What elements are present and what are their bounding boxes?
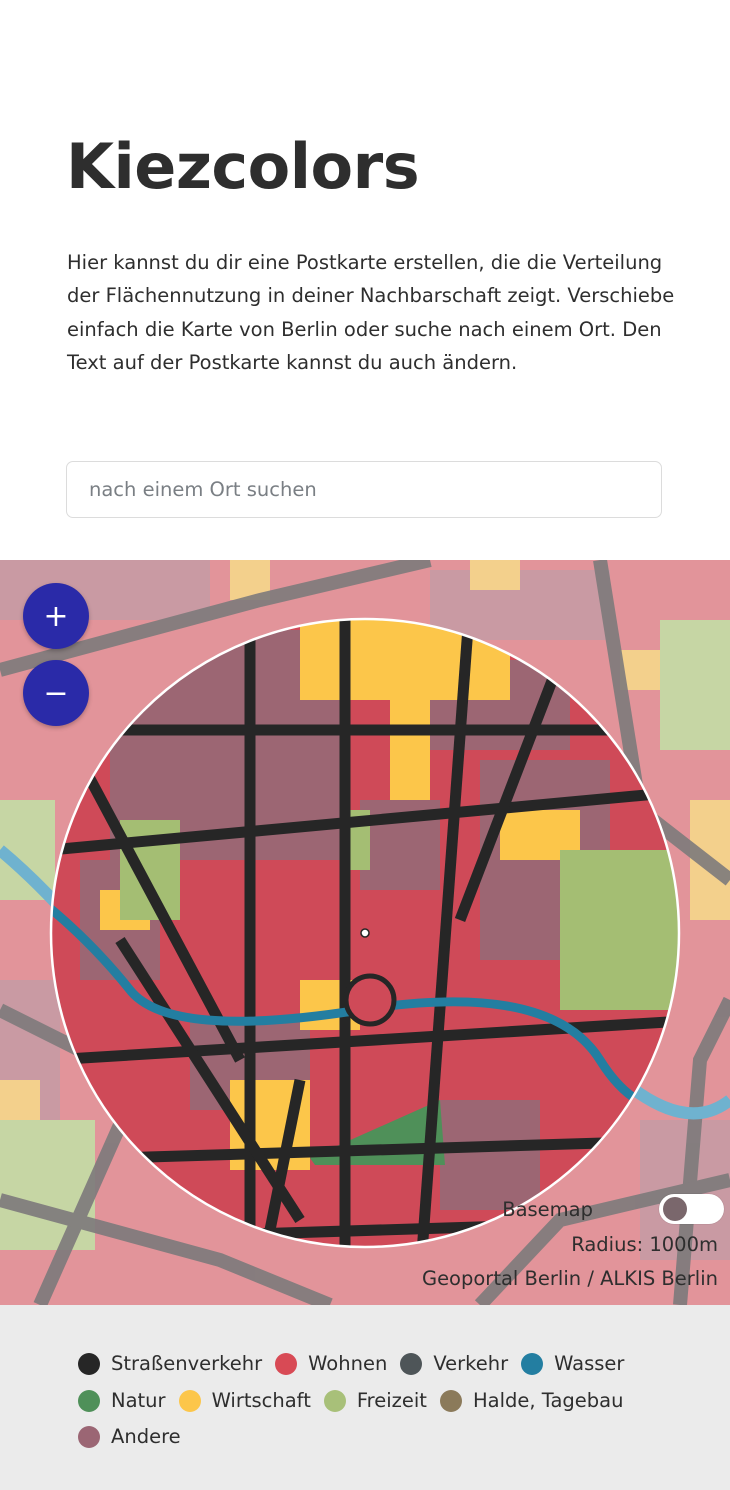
legend-item: Natur: [78, 1389, 166, 1412]
legend-item: Halde, Tagebau: [439, 1389, 624, 1412]
zoom-out-button[interactable]: −: [23, 660, 89, 726]
search-input[interactable]: [66, 461, 662, 518]
basemap-label: Basemap: [502, 1197, 593, 1221]
legend-swatch: [178, 1389, 201, 1412]
legend-label: Wasser: [554, 1352, 625, 1375]
legend-label: Andere: [111, 1425, 181, 1448]
legend-item: Verkehr: [400, 1352, 508, 1375]
legend-swatch: [400, 1352, 423, 1375]
legend-swatch: [275, 1352, 298, 1375]
legend-label: Natur: [111, 1389, 166, 1412]
legend-row: Andere: [78, 1425, 194, 1448]
legend-swatch: [439, 1389, 462, 1412]
legend-label: Wirtschaft: [211, 1389, 311, 1412]
legend-item: Straßenverkehr: [78, 1352, 262, 1375]
legend-swatch: [78, 1352, 100, 1375]
legend-swatch: [78, 1389, 100, 1412]
legend-row: Natur Wirtschaft Freizeit Halde, Tagebau: [78, 1389, 636, 1412]
legend-label: Halde, Tagebau: [472, 1389, 624, 1412]
legend-swatch: [323, 1389, 346, 1412]
zoom-in-button[interactable]: +: [23, 583, 89, 649]
legend-item: Wirtschaft: [178, 1389, 311, 1412]
legend-swatch: [521, 1352, 544, 1375]
legend-row: Straßenverkehr Wohnen Verkehr Wasser: [78, 1352, 637, 1375]
legend: Straßenverkehr Wohnen Verkehr Wasser Nat…: [0, 1305, 730, 1490]
basemap-control: Basemap: [502, 1194, 724, 1224]
legend-item: Wohnen: [275, 1352, 387, 1375]
page-title: Kiezcolors: [66, 130, 420, 203]
map-attribution: Geoportal Berlin / ALKIS Berlin: [421, 1267, 718, 1290]
radius-readout: Radius: 1000m: [571, 1233, 718, 1256]
legend-label: Freizeit: [356, 1389, 427, 1412]
map-view[interactable]: + − Basemap Radius: 1000m Geoportal Berl…: [0, 560, 730, 1305]
legend-label: Verkehr: [433, 1352, 509, 1375]
basemap-toggle[interactable]: [659, 1194, 724, 1224]
legend-label: Straßenverkehr: [111, 1352, 263, 1375]
legend-item: Wasser: [521, 1352, 624, 1375]
legend-label: Wohnen: [308, 1352, 388, 1375]
intro-text: Hier kannst du dir eine Postkarte erstel…: [67, 251, 675, 375]
legend-swatch: [78, 1425, 100, 1448]
legend-item: Andere: [78, 1425, 181, 1448]
legend-item: Freizeit: [323, 1389, 427, 1412]
toggle-knob: [663, 1197, 687, 1221]
